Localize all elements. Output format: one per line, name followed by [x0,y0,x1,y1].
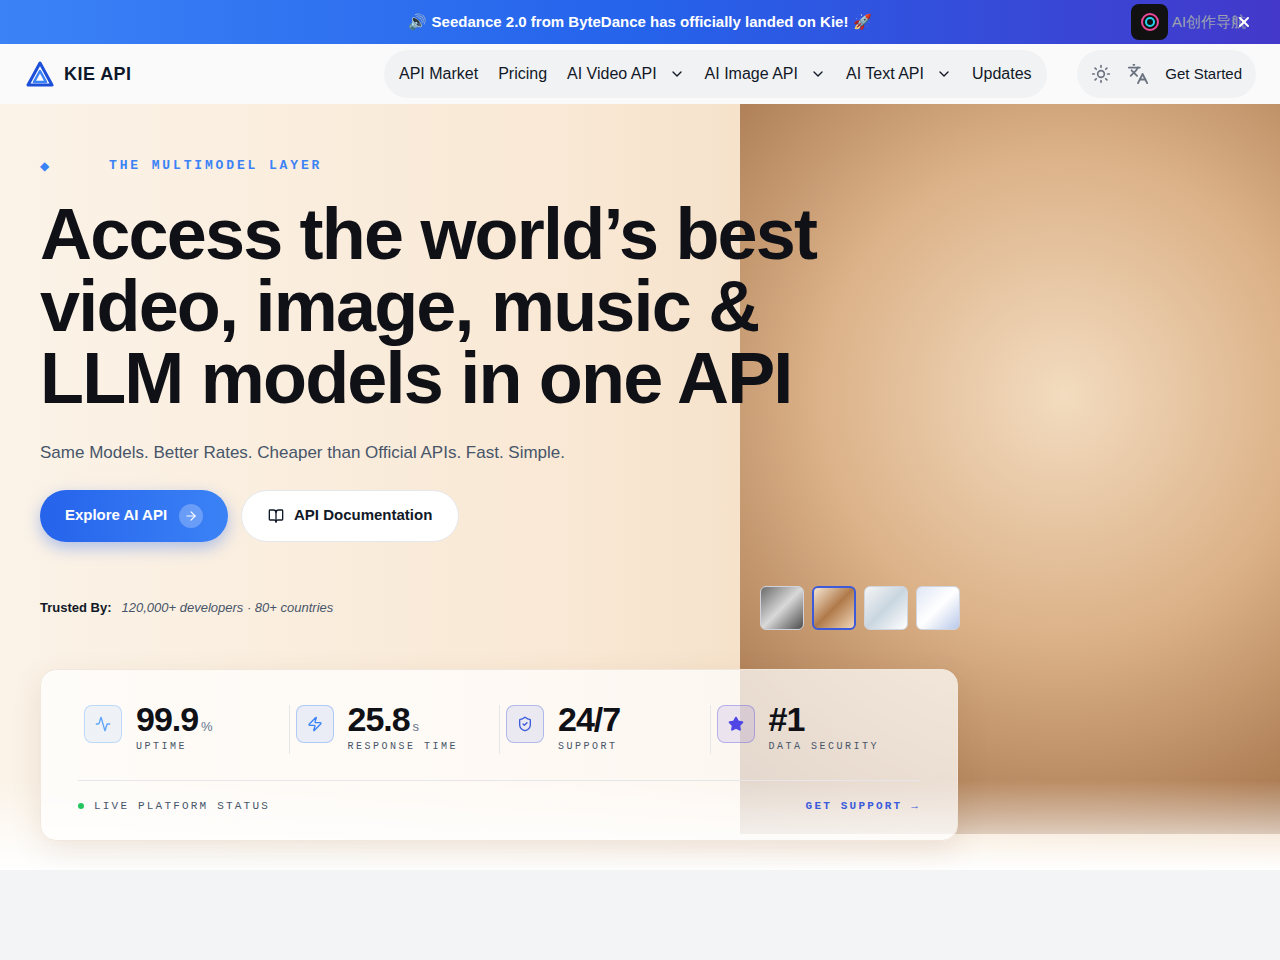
stat-item: #1DATA SECURITY [710,705,921,754]
app-badge-text: AI创作导航 [1172,11,1246,34]
eyebrow-text: THE MULTIMODEL LAYER [109,156,322,176]
hero-content: ◆ THE MULTIMODEL LAYER Access the world’s … [0,104,1280,841]
hero-subtitle: Same Models. Better Rates. Cheaper than … [40,440,1280,466]
stat-value: 99.9 [136,699,198,739]
stat-icon [517,716,533,732]
navbar: KIE API API Market Pricing AI Video API AI I… [0,44,1280,104]
next-section [0,870,1280,960]
trusted-by: Trusted By:120,000+ developers · 80+ cou… [40,598,333,618]
translate-icon[interactable] [1127,63,1149,85]
sun-icon[interactable] [1091,64,1111,84]
status-row: LIVE PLATFORM STATUS GET SUPPORT → [78,798,920,815]
stat-icon [307,716,323,732]
stat-label: RESPONSE TIME [348,739,459,754]
hero-title-line: video, image, music & [40,270,1280,342]
page: 🔊 Seedance 2.0 from ByteDance has offici… [0,0,1280,960]
status-label: LIVE PLATFORM STATUS [94,798,270,815]
thumbnail-strip [760,586,960,630]
stat-icon-box [506,705,544,743]
explore-button[interactable]: Explore AI API [40,490,228,542]
thumbnail[interactable] [812,586,856,630]
hero-title-line: LLM models in one API [40,342,1280,414]
arrow-right-icon [184,509,198,523]
hero-title: Access the world’s bestvideo, image, mus… [40,198,1280,414]
get-started-link[interactable]: Get Started [1165,63,1242,86]
thumbnail[interactable] [864,586,908,630]
stat-label: DATA SECURITY [769,739,880,754]
stat-value: 24/7 [558,699,620,739]
nav-actions: Get Started [1077,50,1256,98]
arrow-circle [179,504,203,528]
close-icon[interactable] [1236,14,1252,30]
nav-item[interactable]: AI Text API [846,62,952,86]
kie-logo-icon [26,61,54,87]
docs-button[interactable]: API Documentation [241,490,459,542]
stats-grid: 99.9%UPTIME25.8sRESPONSE TIME24/7SUPPORT… [78,705,920,754]
app-badge-icon [1131,4,1168,40]
stat-icon-box [717,705,755,743]
stats-divider [78,780,920,781]
nav-item[interactable]: Updates [972,62,1032,86]
stat-label: UPTIME [136,739,213,754]
nav-item[interactable]: AI Video API [567,62,685,86]
chevron-down-icon [669,66,685,82]
hero-buttons: Explore AI APIAPI Documentation [40,490,1280,542]
stat-value: 25.8 [348,699,410,739]
thumbnail[interactable] [760,586,804,630]
chevron-down-icon [936,66,952,82]
eyebrow: ◆ THE MULTIMODEL LAYER [40,158,1280,174]
app-logo-icon [1139,11,1161,33]
stat-item: 99.9%UPTIME [78,705,289,754]
stat-item: 24/7SUPPORT [499,705,710,754]
get-support-link[interactable]: GET SUPPORT → [806,798,920,815]
stat-label: SUPPORT [558,739,620,754]
stat-item: 25.8sRESPONSE TIME [289,705,500,754]
app-badge[interactable]: AI创作导航 [1131,4,1246,40]
stat-icon-box [84,705,122,743]
stat-icon [728,716,744,732]
thumbnail[interactable] [916,586,960,630]
eyebrow-mark: ◆ [40,157,49,175]
trusted-row: Trusted By:120,000+ developers · 80+ cou… [40,586,960,630]
nav-item[interactable]: Pricing [498,62,547,86]
stat-icon [95,716,111,732]
announcement-banner[interactable]: 🔊 Seedance 2.0 from ByteDance has offici… [0,0,1280,44]
stat-unit: s [413,717,420,737]
brand-name[interactable]: KIE API [64,61,132,88]
book-icon [268,508,284,524]
nav-menu: API Market Pricing AI Video API AI Image AP… [384,50,1047,98]
nav-item[interactable]: API Market [399,62,478,86]
stat-value: #1 [769,699,805,739]
nav-item[interactable]: AI Image API [705,62,826,86]
brand[interactable]: KIE API [26,61,384,88]
hero-title-line: Access the world’s best [40,198,1280,270]
stats-card: 99.9% UPTIME 25.8s RESPONSE TIME 24/7SUPPORT… [40,669,958,842]
hero: ◆ THE MULTIMODEL LAYER Access the world’s … [0,104,1280,870]
stat-unit: % [201,717,213,737]
chevron-down-icon [810,66,826,82]
stat-icon-box [296,705,334,743]
status-dot [78,803,84,809]
banner-text[interactable]: 🔊 Seedance 2.0 from ByteDance has offici… [408,11,871,34]
